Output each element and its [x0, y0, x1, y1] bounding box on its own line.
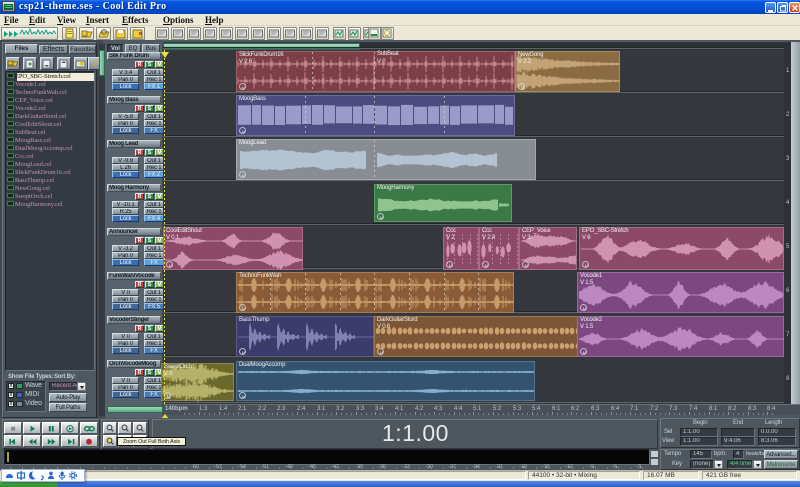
svg-text:?: ? [92, 59, 98, 69]
